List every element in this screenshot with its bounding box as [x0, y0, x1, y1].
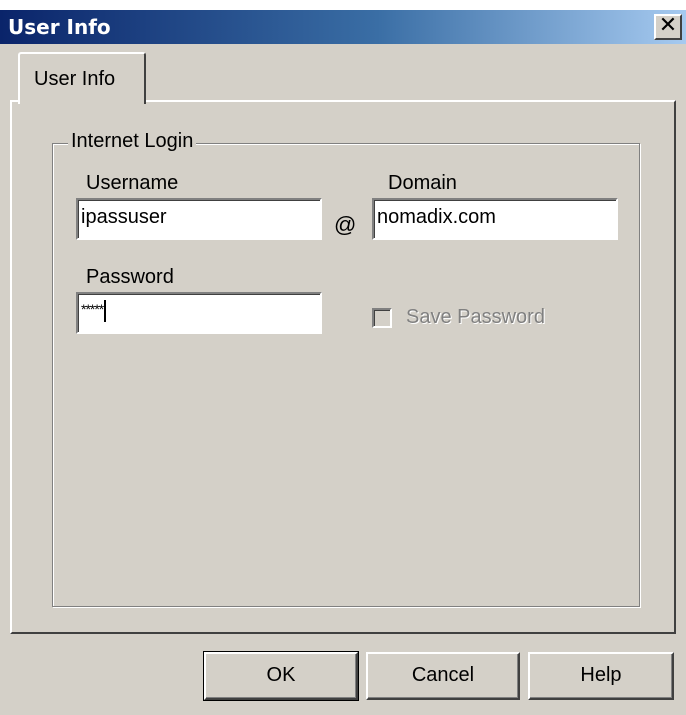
ok-button[interactable]: OK	[203, 651, 359, 701]
at-sign: @	[334, 212, 357, 237]
help-button[interactable]: Help	[528, 652, 674, 700]
window-title: User Info	[8, 15, 111, 39]
save-password-label: Save Password	[406, 306, 545, 328]
domain-field[interactable]: nomadix.com	[372, 198, 618, 240]
top-strip	[0, 0, 686, 10]
cancel-button[interactable]: Cancel	[366, 652, 520, 700]
close-icon: ✕	[658, 13, 678, 38]
tab-user-info[interactable]: User Info	[18, 52, 146, 104]
username-value: ipassuser	[81, 206, 167, 228]
close-button[interactable]: ✕	[654, 14, 682, 40]
password-label: Password	[86, 266, 174, 288]
password-mask: *****	[81, 301, 104, 317]
groupbox-title: Internet Login	[68, 130, 197, 153]
password-field[interactable]: *****	[76, 292, 322, 334]
tab-label: User Info	[34, 68, 116, 90]
title-bar[interactable]: User Info ✕	[0, 10, 686, 44]
username-field[interactable]: ipassuser	[76, 198, 322, 240]
domain-value: nomadix.com	[377, 206, 496, 228]
save-password-checkbox[interactable]	[372, 308, 392, 328]
domain-label: Domain	[388, 172, 457, 194]
text-caret	[104, 300, 107, 322]
username-label: Username	[86, 172, 179, 194]
